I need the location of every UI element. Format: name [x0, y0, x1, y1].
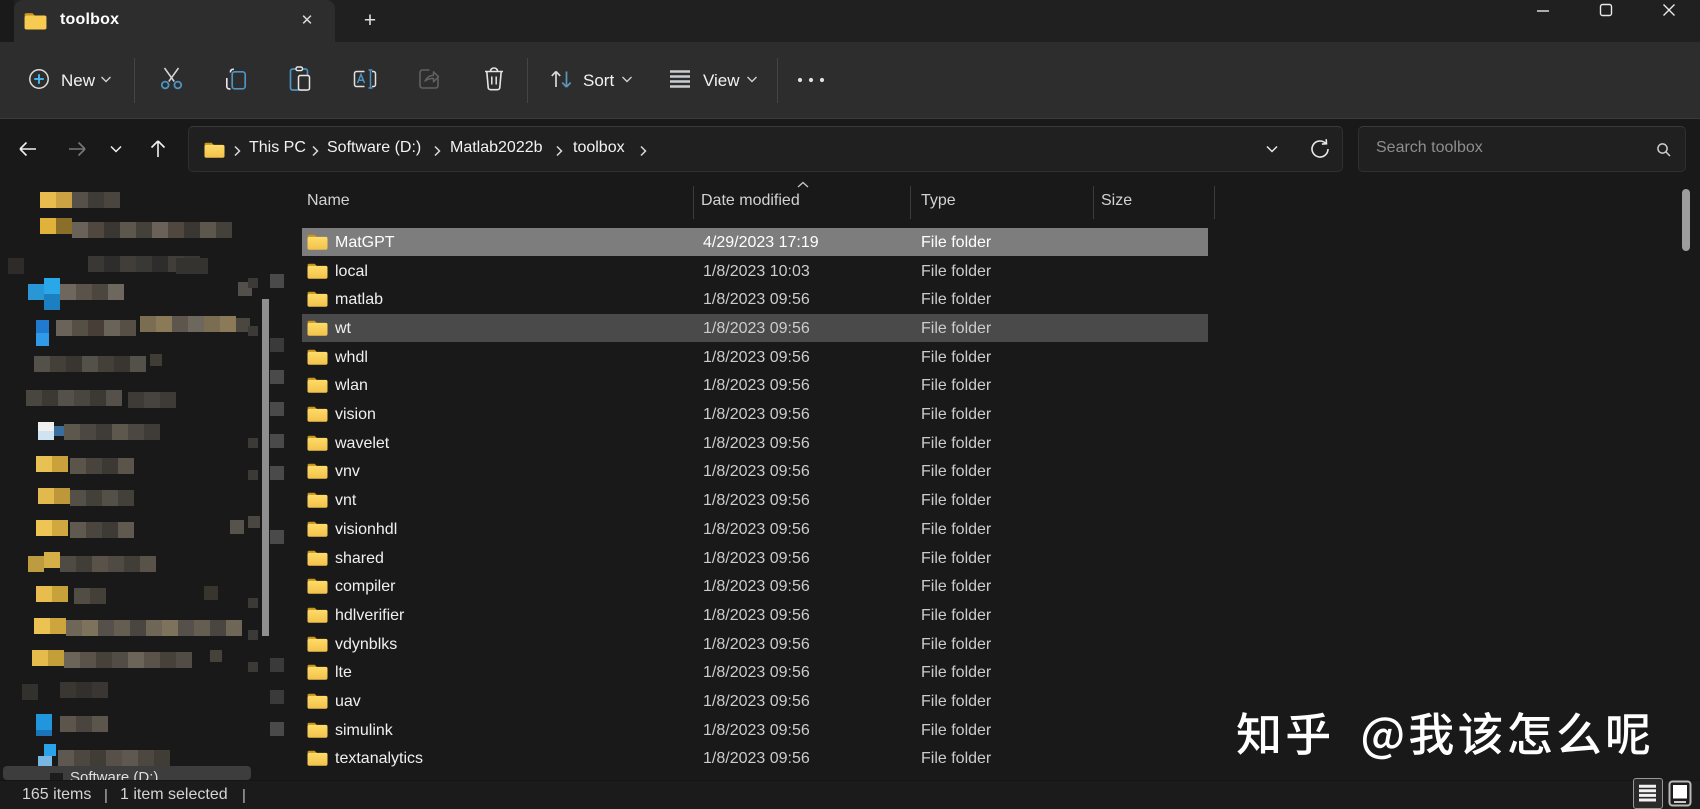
svg-text:Software (D:): Software (D:)	[70, 769, 158, 780]
